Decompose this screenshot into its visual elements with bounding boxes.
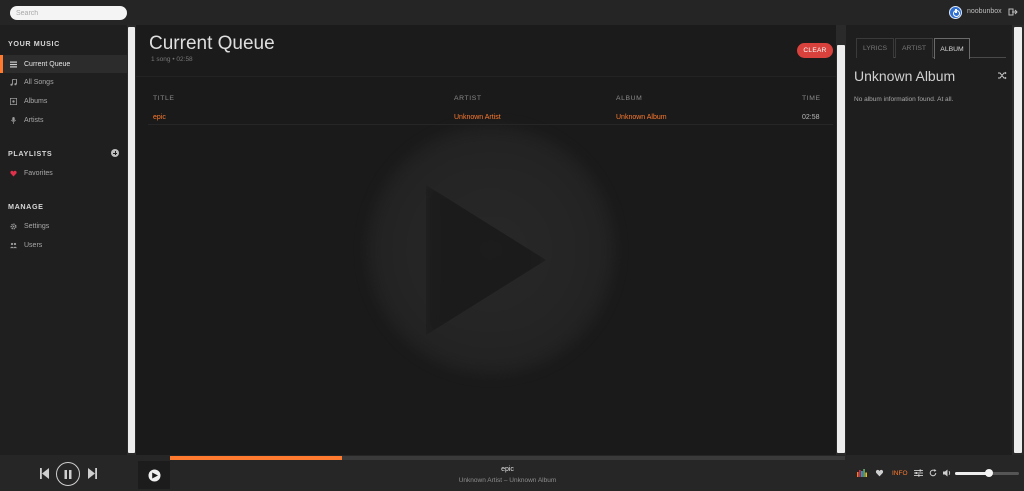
repeat-icon[interactable] (929, 469, 937, 477)
sidebar-item-users[interactable]: Users (0, 236, 127, 254)
page-title: Current Queue (149, 33, 275, 54)
song-progress-bar[interactable] (170, 456, 845, 460)
shuffle-icon[interactable] (998, 71, 1007, 80)
now-playing-title: epic (501, 466, 514, 473)
sidebar-item-label: All Songs (24, 78, 54, 86)
microphone-icon (10, 116, 17, 124)
info-panel-scrollbar[interactable] (1012, 25, 1024, 455)
username[interactable]: noobunbox (967, 8, 1002, 15)
sidebar-item-label: Favorites (24, 169, 53, 177)
logout-icon[interactable] (1008, 7, 1018, 17)
volume-slider-fill (955, 472, 989, 475)
sidebar-item-settings[interactable]: Settings (0, 217, 127, 235)
gear-icon (10, 222, 17, 230)
volume-icon[interactable] (943, 469, 952, 477)
volume-slider[interactable] (955, 469, 1019, 477)
song-artist-cell[interactable]: Unknown Artist (454, 114, 501, 121)
song-title-cell[interactable]: epic (153, 114, 166, 121)
top-bar: noobunbox (0, 0, 1024, 25)
sidebar-item-label: Albums (24, 97, 48, 105)
search-input[interactable] (10, 6, 127, 20)
queue-icon (10, 61, 17, 68)
sidebar-item-all-songs[interactable]: All Songs (0, 73, 127, 91)
like-heart-icon[interactable] (875, 469, 884, 477)
main-header: Current Queue 1 song • 02:58 CLEAR (136, 25, 836, 77)
sidebar-scrollbar-thumb[interactable] (128, 27, 135, 453)
sidebar-scrollbar[interactable] (127, 25, 136, 455)
add-playlist-icon[interactable] (111, 149, 119, 157)
section-title-your-music: YOUR MUSIC (8, 39, 60, 48)
sidebar-item-favorites[interactable]: Favorites (0, 164, 127, 182)
song-album-cell[interactable]: Unknown Album (616, 114, 667, 121)
album-info-text: No album information found. At all. (854, 96, 954, 103)
tab-album[interactable]: ALBUM (934, 38, 970, 59)
sidebar-item-current-queue[interactable]: Current Queue (0, 55, 127, 73)
users-icon (10, 242, 17, 249)
main-scrollbar-thumb[interactable] (837, 45, 845, 453)
music-note-icon (10, 78, 17, 86)
sidebar-item-albums[interactable]: Albums (0, 92, 127, 110)
player-bar: epic Unknown Artist – Unknown Album INFO (0, 455, 1024, 491)
column-header-time[interactable]: TIME (802, 95, 821, 102)
tab-artist[interactable]: ARTIST (895, 38, 933, 58)
user-power-icon[interactable] (949, 6, 962, 19)
column-header-title[interactable]: TITLE (153, 95, 175, 102)
sidebar: YOUR MUSIC Current Queue All Songs Album… (0, 25, 127, 455)
album-icon (10, 97, 17, 105)
now-playing-subtitle: Unknown Artist – Unknown Album (458, 477, 557, 484)
sidebar-item-label: Users (24, 241, 43, 249)
cover-thumbnail[interactable] (138, 461, 170, 489)
column-header-artist[interactable]: ARTIST (454, 95, 482, 102)
section-title-playlists: PLAYLISTS (8, 149, 53, 158)
equalizer-settings-icon[interactable] (914, 469, 923, 477)
app-window: noobunbox YOUR MUSIC Current Queue All S… (0, 0, 1024, 491)
info-toggle-button[interactable]: INFO (892, 470, 908, 477)
sidebar-item-artists[interactable]: Artists (0, 111, 127, 129)
info-panel: LYRICS ARTIST ALBUM Unknown Album No alb… (846, 25, 1012, 455)
previous-track-icon[interactable] (40, 468, 49, 479)
album-title: Unknown Album (854, 68, 956, 84)
heart-icon (10, 170, 17, 177)
song-progress-fill (170, 456, 343, 460)
equalizer-visualizer-icon[interactable] (857, 469, 867, 477)
queue-meta: 1 song • 02:58 (151, 56, 193, 63)
next-track-icon[interactable] (88, 468, 97, 479)
pause-button[interactable] (56, 462, 80, 486)
sidebar-item-label: Artists (24, 116, 44, 124)
info-panel-scrollbar-thumb[interactable] (1014, 27, 1022, 453)
clear-queue-button[interactable]: CLEAR (797, 43, 833, 58)
song-time-cell: 02:58 (802, 114, 820, 121)
info-tabs: LYRICS ARTIST ALBUM (856, 38, 1006, 59)
main-scrollbar[interactable] (836, 25, 846, 455)
app-logo-icon (148, 469, 160, 481)
sidebar-item-label: Settings (24, 222, 50, 230)
section-title-manage: MANAGE (8, 202, 44, 211)
main-content: Current Queue 1 song • 02:58 CLEAR TITLE… (136, 25, 836, 455)
table-row[interactable]: epic Unknown Artist Unknown Album 02:58 (148, 111, 833, 125)
column-header-album[interactable]: ALBUM (616, 95, 642, 102)
volume-slider-knob[interactable] (984, 469, 993, 477)
pause-icon (64, 469, 72, 479)
tab-lyrics[interactable]: LYRICS (856, 38, 894, 58)
sidebar-item-label: Current Queue (24, 60, 71, 68)
